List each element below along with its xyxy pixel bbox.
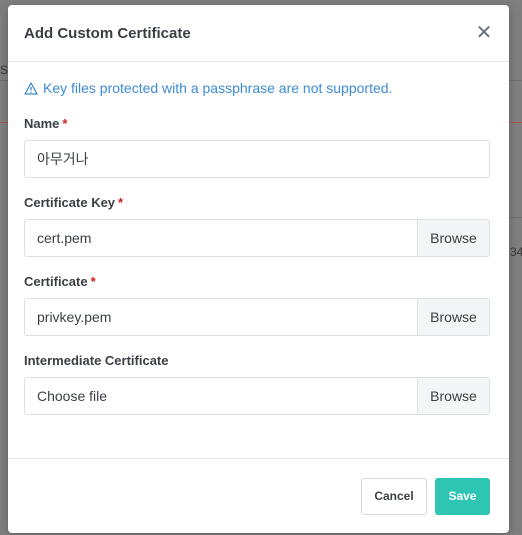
intermediate-certificate-file-name[interactable]: Choose file: [25, 378, 417, 414]
close-icon[interactable]: ✕: [475, 23, 493, 43]
certificate-file-input[interactable]: privkey.pem Browse: [24, 298, 490, 336]
certificate-field-group: Certificate * privkey.pem Browse: [24, 274, 490, 336]
name-label-text: Name: [24, 116, 60, 131]
backdrop-divider: [0, 80, 8, 81]
certificate-key-label-text: Certificate Key: [24, 195, 116, 210]
warning-text: Key files protected with a passphrase ar…: [43, 80, 393, 96]
intermediate-certificate-field-group: Intermediate Certificate Choose file Bro…: [24, 353, 490, 415]
add-certificate-modal: Add Custom Certificate ✕ Key files prote…: [8, 5, 509, 533]
backdrop-divider: [0, 122, 8, 123]
save-button[interactable]: Save: [435, 477, 490, 515]
name-input[interactable]: 아무거나: [24, 140, 490, 178]
certificate-key-file-name[interactable]: cert.pem: [25, 220, 417, 256]
backdrop-divider: [509, 80, 522, 81]
modal-body: Key files protected with a passphrase ar…: [8, 62, 509, 415]
cancel-button[interactable]: Cancel: [361, 477, 427, 515]
intermediate-certificate-file-input[interactable]: Choose file Browse: [24, 377, 490, 415]
certificate-key-browse-button[interactable]: Browse: [417, 220, 489, 256]
certificate-label: Certificate *: [24, 274, 490, 289]
intermediate-certificate-label: Intermediate Certificate: [24, 353, 169, 368]
required-mark: *: [118, 195, 124, 210]
modal-footer: Cancel Save: [8, 458, 509, 533]
warning-triangle-icon: [24, 81, 38, 95]
backdrop-divider: [509, 122, 522, 123]
certificate-key-field-group: Certificate Key * cert.pem Browse: [24, 195, 490, 257]
required-mark: *: [90, 274, 96, 289]
passphrase-warning: Key files protected with a passphrase ar…: [24, 80, 490, 96]
intermediate-certificate-browse-button[interactable]: Browse: [417, 378, 489, 414]
name-input-value: 아무거나: [37, 151, 89, 167]
required-mark: *: [62, 116, 68, 131]
certificate-file-name[interactable]: privkey.pem: [25, 299, 417, 335]
name-field-group: Name * 아무거나: [24, 116, 490, 178]
modal-title: Add Custom Certificate: [24, 24, 191, 42]
backdrop-text: 34: [510, 245, 522, 259]
backdrop-divider: [509, 217, 522, 218]
name-label: Name *: [24, 116, 490, 131]
certificate-label-text: Certificate: [24, 274, 88, 289]
certificate-key-label: Certificate Key *: [24, 195, 490, 210]
certificate-key-file-input[interactable]: cert.pem Browse: [24, 219, 490, 257]
certificate-browse-button[interactable]: Browse: [417, 299, 489, 335]
modal-header: Add Custom Certificate ✕: [8, 5, 509, 62]
